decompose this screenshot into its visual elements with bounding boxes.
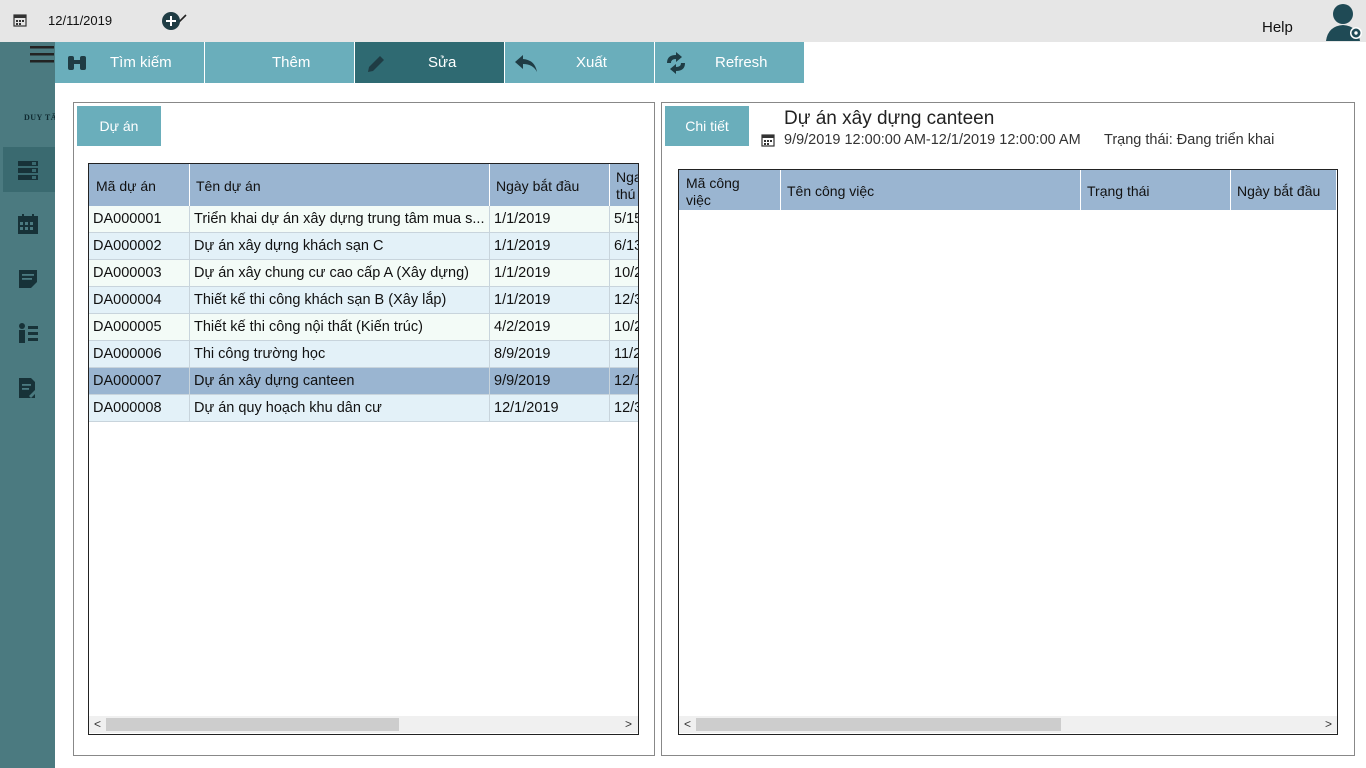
detail-date-range: 9/9/2019 12:00:00 AM-12/1/2019 12:00:00 … bbox=[784, 132, 1081, 148]
scroll-left-arrow[interactable]: < bbox=[684, 716, 691, 733]
projects-grid: Mã dự án Tên dự án Ngày bắt đầu Nga thú … bbox=[88, 163, 639, 735]
hamburger-menu-icon[interactable] bbox=[30, 44, 56, 66]
column-header-task-status[interactable]: Trạng thái bbox=[1081, 170, 1231, 210]
add-button[interactable]: Thêm bbox=[162, 12, 354, 83]
calendar-icon[interactable] bbox=[13, 13, 27, 27]
column-header-project-name[interactable]: Tên dự án bbox=[190, 164, 490, 206]
scroll-thumb[interactable] bbox=[106, 718, 399, 731]
cell-end-date: 10/2 bbox=[610, 314, 638, 340]
cell-project-name: Triển khai dự án xây dựng trung tâm mua … bbox=[190, 206, 490, 232]
tab-details[interactable]: Chi tiết bbox=[665, 106, 749, 146]
cell-start-date: 1/1/2019 bbox=[490, 206, 610, 232]
refresh-icon bbox=[667, 52, 685, 74]
projects-horizontal-scrollbar[interactable]: < > bbox=[89, 716, 638, 733]
cell-project-id: DA000007 bbox=[89, 368, 190, 394]
cell-project-id: DA000002 bbox=[89, 233, 190, 259]
top-bar: 12/11/2019 Help bbox=[0, 0, 1366, 42]
cell-project-name: Thiết kế thi công nội thất (Kiến trúc) bbox=[190, 314, 490, 340]
search-button[interactable]: Tìm kiếm bbox=[55, 42, 204, 83]
export-button[interactable]: Xuất bbox=[505, 42, 654, 83]
calendar-icon bbox=[761, 134, 775, 147]
cell-project-id: DA000006 bbox=[89, 341, 190, 367]
table-row[interactable]: DA000008 Dự án quy hoạch khu dân cư 12/1/2… bbox=[89, 395, 638, 422]
cell-project-name: Dự án xây dựng canteen bbox=[190, 368, 490, 394]
scroll-right-arrow[interactable]: > bbox=[625, 716, 632, 733]
cell-project-id: DA000008 bbox=[89, 395, 190, 421]
cell-project-id: DA000004 bbox=[89, 287, 190, 313]
cell-end-date: 5/15 bbox=[610, 206, 638, 232]
table-row[interactable]: DA000007 Dự án xây dựng canteen 9/9/2019 12… bbox=[89, 368, 638, 395]
projects-grid-header: Mã dự án Tên dự án Ngày bắt đầu Nga thú bbox=[89, 164, 638, 206]
cell-start-date: 9/9/2019 bbox=[490, 368, 610, 394]
cell-start-date: 12/1/2019 bbox=[490, 395, 610, 421]
reply-arrow-icon bbox=[515, 55, 537, 72]
table-row[interactable]: DA000004 Thiết kế thi công khách sạn B (X… bbox=[89, 287, 638, 314]
cell-end-date: 6/13 bbox=[610, 233, 638, 259]
refresh-button-label: Refresh bbox=[715, 54, 768, 71]
pencil-icon bbox=[368, 56, 384, 72]
table-row[interactable]: DA000001 Triển khai dự án xây dựng trung … bbox=[89, 206, 638, 233]
detail-status: Trạng thái: Đang triển khai bbox=[1104, 132, 1275, 148]
cell-end-date: 10/2 bbox=[610, 260, 638, 286]
cell-start-date: 4/2/2019 bbox=[490, 314, 610, 340]
scroll-left-arrow[interactable]: < bbox=[94, 716, 101, 733]
calendar-icon[interactable] bbox=[17, 213, 39, 235]
cell-project-name: Dự án quy hoạch khu dân cư bbox=[190, 395, 490, 421]
edit-button[interactable]: Sửa bbox=[355, 42, 504, 83]
cell-project-name: Thi công trường học bbox=[190, 341, 490, 367]
cell-project-name: Dự án xây dựng khách sạn C bbox=[190, 233, 490, 259]
add-button-label: Thêm bbox=[272, 54, 311, 71]
cell-start-date: 1/1/2019 bbox=[490, 287, 610, 313]
tasks-horizontal-scrollbar[interactable]: < > bbox=[679, 716, 1337, 733]
cell-project-name: Dự án xây chung cư cao cấp A (Xây dựng) bbox=[190, 260, 490, 286]
cell-end-date: 12/1 bbox=[610, 368, 638, 394]
column-header-task-name[interactable]: Tên công việc bbox=[781, 170, 1081, 210]
scroll-right-arrow[interactable]: > bbox=[1325, 716, 1332, 733]
scroll-thumb[interactable] bbox=[696, 718, 1061, 731]
edit-document-icon[interactable] bbox=[17, 377, 39, 399]
cell-start-date: 1/1/2019 bbox=[490, 260, 610, 286]
table-row[interactable]: DA000006 Thi công trường học 8/9/2019 11/2 bbox=[89, 341, 638, 368]
search-button-label: Tìm kiếm bbox=[110, 54, 172, 71]
detail-project-title: Dự án xây dựng canteen bbox=[784, 108, 995, 129]
table-row[interactable]: DA000005 Thiết kế thi công nội thất (Kiến… bbox=[89, 314, 638, 341]
export-button-label: Xuất bbox=[576, 54, 607, 71]
user-settings-icon[interactable] bbox=[1323, 1, 1365, 41]
date-value[interactable]: 12/11/2019 bbox=[48, 13, 112, 28]
tab-projects[interactable]: Dự án bbox=[77, 106, 161, 146]
cell-project-id: DA000005 bbox=[89, 314, 190, 340]
column-header-task-id-label: Mã công việc bbox=[686, 175, 740, 208]
table-row[interactable]: DA000002 Dự án xây dựng khách sạn C 1/1/20… bbox=[89, 233, 638, 260]
table-row[interactable]: DA000003 Dự án xây chung cư cao cấp A (Xâ… bbox=[89, 260, 638, 287]
column-header-end-date[interactable]: Nga thú bbox=[610, 164, 638, 206]
plus-circle-icon bbox=[162, 12, 180, 30]
people-list-icon[interactable] bbox=[17, 322, 39, 344]
cell-end-date: 12/3 bbox=[610, 287, 638, 313]
list-icon[interactable] bbox=[17, 159, 39, 181]
binoculars-icon bbox=[68, 56, 86, 70]
column-header-task-start[interactable]: Ngày bắt đầu bbox=[1231, 170, 1337, 210]
tasks-grid-header: Mã công việc Tên công việc Trạng thái Ng… bbox=[679, 170, 1337, 210]
column-header-task-id[interactable]: Mã công việc bbox=[679, 170, 781, 210]
column-header-project-id[interactable]: Mã dự án bbox=[89, 164, 190, 206]
column-header-start-date[interactable]: Ngày bắt đầu bbox=[490, 164, 610, 206]
cell-end-date: 12/3 bbox=[610, 395, 638, 421]
tasks-grid: Mã công việc Tên công việc Trạng thái Ng… bbox=[678, 169, 1338, 735]
note-icon[interactable] bbox=[17, 268, 39, 290]
cell-start-date: 8/9/2019 bbox=[490, 341, 610, 367]
help-link[interactable]: Help bbox=[1262, 19, 1293, 36]
refresh-button[interactable]: Refresh bbox=[655, 42, 804, 83]
cell-start-date: 1/1/2019 bbox=[490, 233, 610, 259]
cell-project-id: DA000001 bbox=[89, 206, 190, 232]
cell-end-date: 11/2 bbox=[610, 341, 638, 367]
brand-logo-text: DUY TÂN bbox=[24, 113, 55, 122]
cell-project-name: Thiết kế thi công khách sạn B (Xây lắp) bbox=[190, 287, 490, 313]
cell-project-id: DA000003 bbox=[89, 260, 190, 286]
edit-button-label: Sửa bbox=[428, 54, 457, 71]
